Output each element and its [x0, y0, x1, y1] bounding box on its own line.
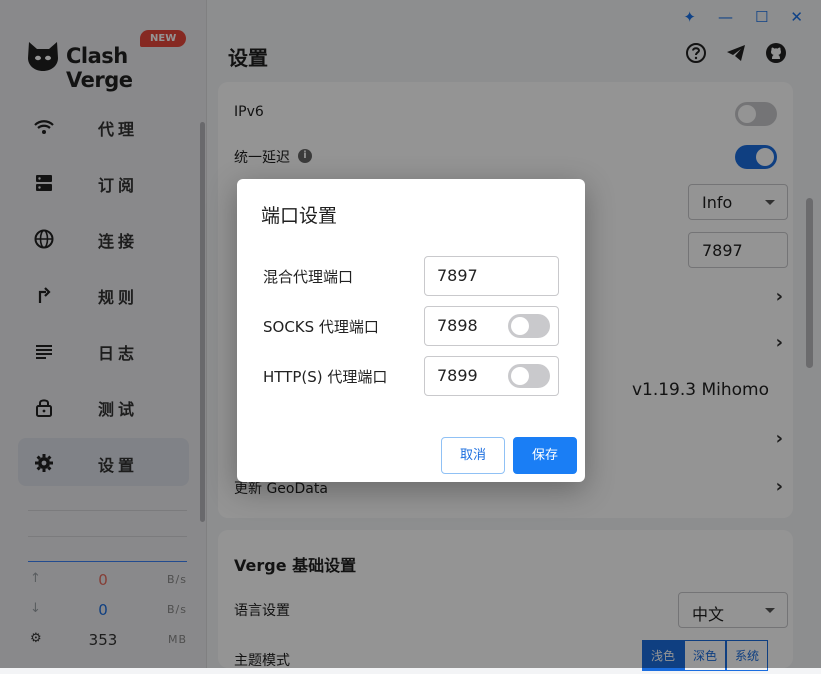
dialog-title: 端口设置	[261, 205, 338, 227]
mixed-port-label: 混合代理端口	[263, 268, 354, 286]
socks-port-row: SOCKS 代理端口 7898	[263, 306, 559, 346]
http-port-row: HTTP(S) 代理端口 7899	[263, 356, 559, 396]
socks-port-label: SOCKS 代理端口	[263, 318, 379, 336]
port-settings-dialog: 端口设置 混合代理端口 7897 SOCKS 代理端口 7898 HTTP(S)…	[237, 179, 585, 482]
mixed-port-value: 7897	[437, 266, 478, 285]
socks-port-value: 7898	[437, 316, 478, 335]
socks-port-toggle[interactable]	[508, 314, 550, 338]
http-port-input[interactable]: 7899	[424, 356, 559, 396]
save-button[interactable]: 保存	[513, 437, 577, 474]
mixed-port-row: 混合代理端口 7897	[263, 256, 559, 296]
http-port-toggle[interactable]	[508, 364, 550, 388]
socks-port-input[interactable]: 7898	[424, 306, 559, 346]
http-port-label: HTTP(S) 代理端口	[263, 368, 388, 386]
cancel-button[interactable]: 取消	[441, 437, 505, 474]
app-window: Clash Verge NEW 代理 订阅 连接 规则 日志 测试 设置 ↑ 0…	[0, 0, 821, 671]
http-port-value: 7899	[437, 366, 478, 385]
mixed-port-input[interactable]: 7897	[424, 256, 559, 296]
